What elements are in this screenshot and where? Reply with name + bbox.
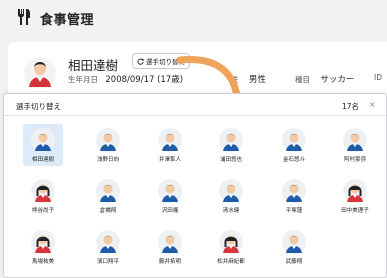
player-item[interactable]: 濱口翔平 [88,226,128,268]
player-name-label: 阿村豪弥 [343,157,366,163]
player-avatar-icon [158,128,182,152]
player-name-label: 清水健 [222,208,240,214]
player-avatar-icon [158,230,182,254]
player-avatar-icon [31,179,55,203]
player-item[interactable]: 熊谷尚子 [23,175,63,217]
player-name-label: 井澤隼人 [158,157,181,163]
player-item[interactable]: 武藤翔 [274,226,314,268]
player-count: 17名 [342,102,360,111]
player-avatar-icon [219,128,243,152]
player-item[interactable]: 倉橋翔 [88,175,128,217]
player-avatar-icon [219,179,243,203]
player-avatar-icon [282,179,306,203]
player-name: 相田達樹 [68,58,119,73]
player-item[interactable]: 井澤隼人 [150,124,190,166]
team-info: 種目 サッカー [295,73,354,85]
id-info: ID [374,73,382,82]
team-value: サッカー [320,75,355,85]
birth-label: 生年月日 [68,75,98,84]
player-avatar-icon [282,230,306,254]
player-avatar-icon [158,179,182,203]
fork-knife-icon [18,9,30,25]
player-name-label: 田中美理子 [341,208,369,214]
birth-info: 生年月日 2008/09/17 (17歳) [68,73,183,85]
refresh-icon [137,58,144,65]
page-title: 食事管理 [40,13,95,28]
player-avatar-icon [343,179,367,203]
id-label: ID [374,73,382,82]
player-name-label: 馬場祐美 [31,259,54,265]
player-item[interactable]: 相田達樹 [23,124,63,166]
player-avatar-icon [31,128,55,152]
player-item[interactable]: 金石悠斗 [274,124,314,166]
player-avatar-icon [343,128,367,152]
player-name-label: 沢田颯 [161,208,179,214]
player-name-label: 浦田悠也 [219,157,242,163]
player-item[interactable]: 阿村豪弥 [335,124,375,166]
player-switch-modal: 選手切り替え 17名 × 相田達樹 浅野日向 井澤隼人 浦田悠也 金石悠斗 阿村豪弥熊谷尚… [3,93,387,278]
player-avatar-icon [31,230,55,254]
player-avatar-icon [219,230,243,254]
player-item[interactable]: 藤井拓明 [150,226,190,268]
player-item[interactable]: 浦田悠也 [211,124,251,166]
player-item[interactable]: 田中美理子 [335,175,375,217]
birth-value: 2008/09/17 (17歳) [105,75,184,85]
player-name-label: 藤井拓明 [158,259,181,265]
player-avatar-icon [282,128,306,152]
player-name-label: 倉橋翔 [99,208,117,214]
player-name-label: 武藤翔 [285,259,303,265]
player-item[interactable]: 沢田颯 [150,175,190,217]
modal-title: 選手切り替え [16,102,61,111]
modal-header: 選手切り替え 17名 × [4,94,386,116]
player-name-label: 平塚蓮 [285,208,303,214]
player-name-label: 金石悠斗 [282,157,305,163]
player-item[interactable]: 清水健 [211,175,251,217]
player-name-label: 松井麻紀都 [217,259,245,265]
app-header: 食事管理 [0,0,387,36]
player-name-label: 相田達樹 [31,157,54,163]
close-icon[interactable]: × [369,100,376,109]
player-item[interactable]: 松井麻紀都 [211,226,251,268]
player-avatar-icon [96,128,120,152]
player-name-label: 浅野日向 [96,157,119,163]
player-avatar-icon [96,230,120,254]
player-avatar-icon [96,179,120,203]
player-item[interactable]: 平塚蓮 [274,175,314,217]
player-name-label: 濱口翔平 [96,259,119,265]
player-item[interactable]: 馬場祐美 [23,226,63,268]
player-name-label: 熊谷尚子 [31,208,54,214]
player-item[interactable]: 浅野日向 [88,124,128,166]
avatar [24,57,56,89]
team-label: 種目 [295,75,310,84]
